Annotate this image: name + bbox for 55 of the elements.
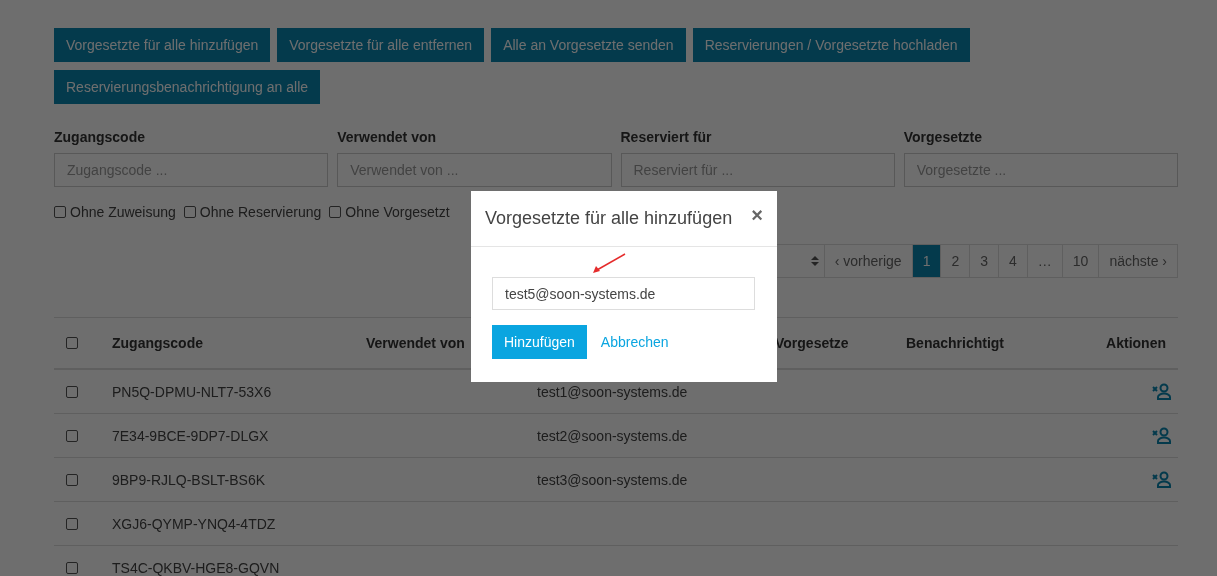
pagination-link[interactable]: 3: [969, 244, 1000, 278]
pagination-link[interactable]: 2: [940, 244, 971, 278]
remove-user-button[interactable]: [1152, 426, 1172, 445]
add-button[interactable]: Hinzufügen: [492, 325, 587, 359]
filter-label: Reserviert für: [620, 129, 713, 145]
column-header: Verwendet von: [366, 335, 465, 351]
table-cell-text: XGJ6-QYMP-YNQ4-4TDZ: [112, 515, 277, 532]
table-cell-text: test3@soon-systems.de: [537, 471, 689, 488]
table-cell-text: TS4C-QKBV-HGE8-GQVN: [112, 559, 281, 576]
column-header: Zugangscode: [112, 335, 203, 351]
remove-user-button[interactable]: [1152, 470, 1172, 489]
toolbar-button[interactable]: Vorgesetzte für alle hinzufügen: [54, 28, 271, 62]
column-header: Vorgesetze: [775, 335, 849, 351]
toolbar-button[interactable]: Reservierungsbenachrichtigung an alle: [54, 70, 321, 104]
pagination-link[interactable]: nächste ›: [1098, 244, 1178, 278]
pagination-link[interactable]: ‹ vorherige: [823, 244, 913, 278]
email-field[interactable]: test5@soon-systems.de: [492, 277, 755, 310]
remove-user-button[interactable]: [1152, 382, 1172, 401]
table-cell-text: PN5Q-DPMU-NLT7-53X6: [112, 383, 273, 400]
checkbox[interactable]: [183, 206, 196, 218]
checkbox[interactable]: [66, 385, 78, 398]
arrow-annotation: [591, 253, 627, 275]
checkbox[interactable]: [66, 561, 78, 574]
pagination-link[interactable]: 10: [1061, 244, 1100, 278]
toolbar-button[interactable]: Vorgesetzte für alle entfernen: [277, 28, 485, 62]
column-header: Benachrichtigt: [906, 335, 1004, 351]
checkbox[interactable]: [66, 473, 78, 486]
toolbar-button[interactable]: Alle an Vorgesetzte senden: [491, 28, 686, 62]
pagination-link[interactable]: 4: [998, 244, 1028, 278]
column-header: Aktionen: [1106, 335, 1167, 351]
checkbox[interactable]: [66, 337, 78, 349]
close-button[interactable]: ×: [751, 204, 763, 227]
cancel-link[interactable]: Abbrechen: [600, 334, 669, 350]
up-down-caret-icon: [810, 256, 819, 266]
toolbar-button[interactable]: Reservierungen / Vorgesetzte hochladen: [692, 28, 970, 62]
remove-user-icon: [1152, 382, 1172, 401]
filter-label: Verwendet von: [337, 129, 438, 145]
table-cell-text: 9BP9-RJLQ-BSLT-BS6K: [112, 471, 267, 488]
checkbox[interactable]: [66, 517, 78, 530]
remove-user-icon: [1152, 470, 1172, 489]
dialog-title: Vorgesetzte für alle hinzufügen: [485, 208, 733, 229]
remove-user-icon: [1152, 426, 1172, 445]
checkbox[interactable]: [329, 206, 342, 218]
table-cell-text: test1@soon-systems.de: [537, 383, 689, 400]
checkbox[interactable]: [66, 429, 78, 442]
filter-label: Vorgesetzte: [903, 129, 984, 145]
pagination-link[interactable]: 1: [911, 244, 942, 278]
checkbox[interactable]: [54, 206, 66, 218]
table-cell-text: 7E34-9BCE-9DP7-DLGX: [112, 427, 270, 444]
filter-label: Zugangscode: [54, 129, 146, 145]
pagination-link[interactable]: …: [1026, 244, 1063, 278]
table-cell-text: test2@soon-systems.de: [537, 427, 689, 444]
checkbox-label: Ohne Zuweisung: [70, 204, 176, 220]
checkbox-label: Ohne Vorgesetzt: [345, 204, 450, 220]
checkbox-label: Ohne Reservierung: [199, 204, 322, 220]
